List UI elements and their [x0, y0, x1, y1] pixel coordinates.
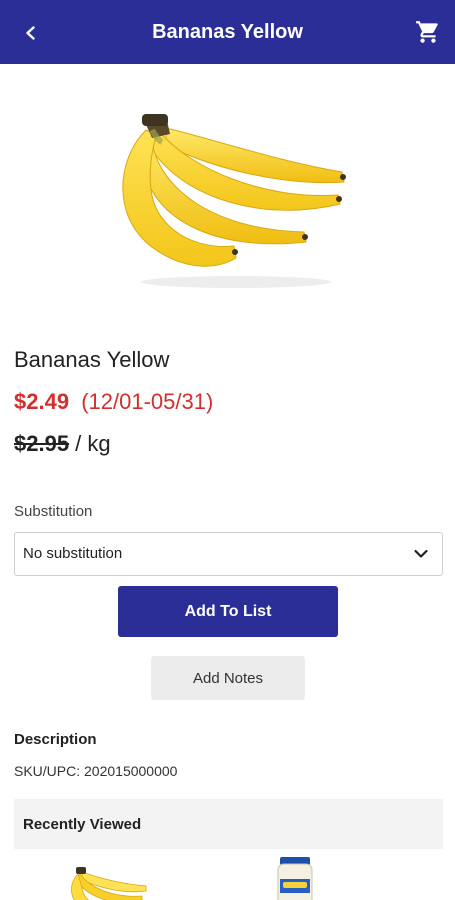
substitution-select[interactable]: No substitution: [14, 532, 443, 576]
sku-text: SKU/UPC: 202015000000: [14, 763, 178, 779]
recently-viewed-header: Recently Viewed: [14, 799, 443, 849]
cart-button[interactable]: [413, 17, 443, 47]
description-title: Description: [14, 731, 97, 748]
chevron-down-icon: [414, 549, 428, 558]
page-title: Bananas Yellow: [152, 21, 303, 43]
recently-viewed-title: Recently Viewed: [23, 816, 142, 833]
sale-price: $2.49: [14, 389, 70, 414]
product-name: Bananas Yellow: [14, 347, 170, 372]
app-bar: Bananas Yellow: [0, 0, 455, 64]
sale-dates: (12/01-05/31): [81, 389, 214, 414]
recent-item-thumbnail[interactable]: [270, 855, 320, 900]
shopping-cart-icon: [416, 21, 438, 43]
banana-thumbnail-image: [71, 867, 147, 900]
add-to-list-button[interactable]: Add To List: [118, 586, 338, 637]
regular-price: $2.95: [14, 431, 70, 456]
substitution-label: Substitution: [14, 503, 93, 520]
recent-item-thumbnail[interactable]: [64, 864, 150, 900]
jar-thumbnail-image: [277, 857, 313, 900]
regular-price-row: $2.95 / kg: [14, 431, 111, 457]
price-unit: / kg: [69, 431, 111, 456]
sale-price-row: $2.49 (12/01-05/31): [14, 389, 213, 415]
product-image: [122, 114, 346, 288]
substitution-value: No substitution: [23, 545, 123, 562]
add-notes-button[interactable]: Add Notes: [151, 656, 305, 700]
